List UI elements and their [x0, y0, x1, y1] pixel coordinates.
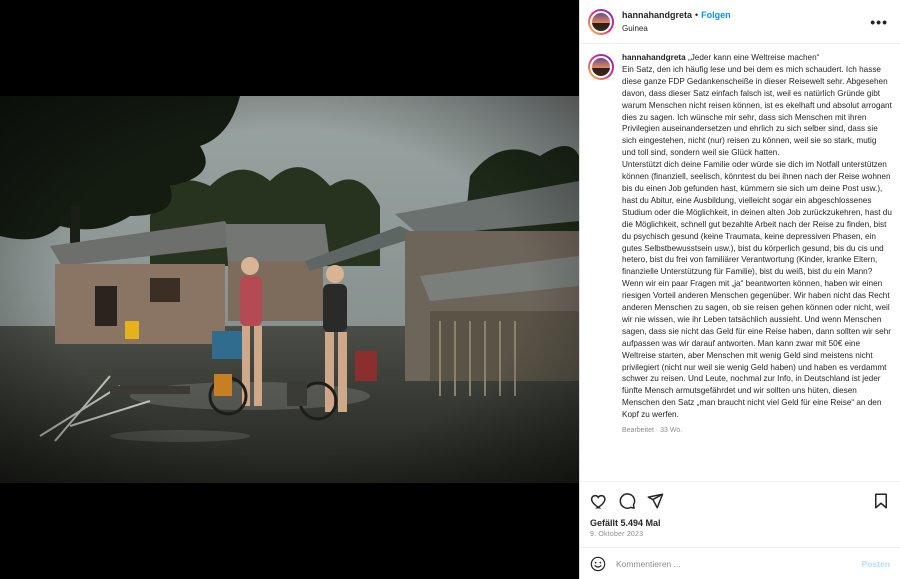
share-icon[interactable]	[646, 492, 664, 510]
separator-dot: •	[695, 10, 699, 20]
caption-line-2: Unterstützt dich deine Familie oder würd…	[622, 160, 892, 277]
comment-box: Posten	[580, 547, 900, 579]
post-date[interactable]: 9. Oktober 2023	[590, 531, 890, 538]
caption-block: hannahandgreta „Jeder kann eine Weltreis…	[588, 52, 892, 477]
post-comment-button[interactable]: Posten	[862, 559, 890, 569]
action-icons	[590, 488, 890, 514]
header-text: hannahandgreta • Folgen Guinea	[622, 8, 870, 35]
post-actions: Gefällt 5.494 Mal 9. Oktober 2023	[580, 481, 900, 538]
caption-username[interactable]: hannahandgreta	[622, 53, 686, 62]
post-side-panel: hannahandgreta • Folgen Guinea ••• hannaha…	[579, 0, 900, 579]
follow-button[interactable]: Folgen	[701, 10, 731, 20]
media-area	[0, 0, 579, 579]
instagram-post-view: hannahandgreta • Folgen Guinea ••• hannaha…	[0, 0, 900, 579]
caption-avatar-image	[590, 56, 612, 78]
caption-line-1: Ein Satz, den ich häufig lese und bei de…	[622, 64, 892, 158]
more-horizontal-icon[interactable]: •••	[870, 14, 888, 30]
caption-text: „Jeder kann eine Weltreise machen“	[687, 53, 820, 62]
caption-avatar[interactable]	[588, 54, 614, 80]
location-link[interactable]: Guinea	[622, 23, 870, 35]
post-photo-image	[0, 96, 579, 483]
avatar-image	[590, 10, 612, 33]
like-count[interactable]: Gefällt 5.494 Mal	[590, 518, 890, 528]
comment-input[interactable]	[616, 558, 862, 569]
emoji-icon[interactable]	[590, 556, 606, 572]
caption-body: hannahandgreta „Jeder kann eine Weltreis…	[622, 52, 892, 477]
post-photo[interactable]	[0, 96, 579, 483]
comment-icon[interactable]	[618, 492, 636, 510]
edited-timestamp: Bearbeitet · 33 Wo.	[622, 427, 683, 435]
username-link[interactable]: hannahandgreta	[622, 10, 692, 20]
caption-line-0: hannahandgreta „Jeder kann eine Weltreis…	[622, 52, 892, 64]
avatar[interactable]	[588, 8, 614, 35]
heart-icon[interactable]	[590, 492, 608, 510]
post-header: hannahandgreta • Folgen Guinea •••	[580, 0, 900, 44]
bookmark-icon[interactable]	[872, 492, 890, 510]
caption-line-3: Wenn wir ein paar Fragen mit „ja“ beantw…	[622, 279, 891, 420]
